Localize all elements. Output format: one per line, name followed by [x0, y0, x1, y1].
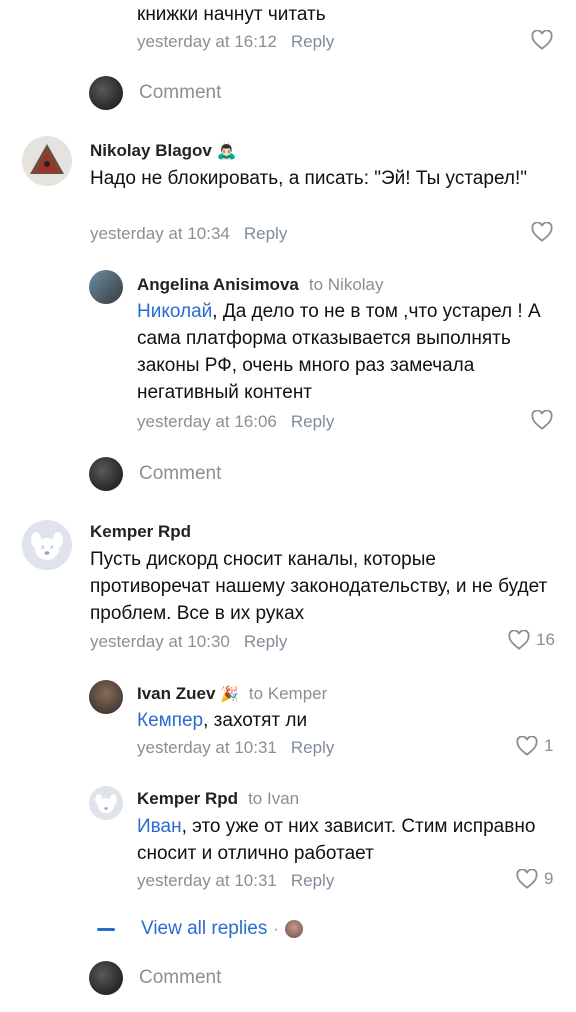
like-count: 1	[544, 736, 554, 755]
author-name[interactable]: Angelina Anisimova	[137, 275, 299, 294]
reply-text: Иван, это уже от них зависит. Стим испра…	[137, 813, 537, 867]
comment-author[interactable]: Kemper Rpd	[90, 522, 191, 542]
pyramid-avatar-icon	[22, 136, 72, 186]
mention-link[interactable]: Николай	[137, 301, 212, 322]
like-button[interactable]	[531, 222, 553, 242]
comment-input-row[interactable]: Comment	[89, 76, 221, 110]
current-user-avatar	[89, 457, 123, 491]
like-button[interactable]	[531, 30, 553, 50]
comment-time: yesterday at 10:31	[137, 738, 277, 757]
comment-time: yesterday at 10:34	[90, 224, 230, 243]
svg-text:x: x	[50, 544, 54, 551]
comment-time: yesterday at 10:31	[137, 871, 277, 890]
comment-text-tail: книжки начнут читать	[137, 4, 326, 25]
heart-icon	[531, 410, 553, 430]
reply-to[interactable]: to Nikolay	[309, 275, 384, 294]
comment-meta: yesterday at 10:31 Reply	[137, 738, 334, 758]
current-user-avatar	[89, 76, 123, 110]
separator: ·	[273, 919, 280, 938]
like-button[interactable]: 9	[516, 869, 553, 889]
avatar	[285, 920, 304, 938]
heart-icon	[516, 736, 538, 756]
reply-button[interactable]: Reply	[291, 871, 334, 890]
reply-text: Николай, Да дело то не в том ,что устаре…	[137, 298, 557, 406]
avatar[interactable]: x x	[22, 520, 72, 570]
comment-placeholder[interactable]: Comment	[139, 82, 221, 104]
reply-button[interactable]: Reply	[291, 412, 334, 431]
comment-meta: yesterday at 10:30 Reply	[90, 632, 287, 652]
like-count: 16	[536, 630, 555, 649]
author-name[interactable]: Kemper Rpd	[137, 789, 238, 808]
reply-body: , захотят ли	[203, 710, 308, 731]
mention-link[interactable]: Иван	[137, 816, 182, 837]
like-count: 9	[544, 869, 554, 888]
dog-avatar-icon	[89, 786, 123, 820]
comment-input-row[interactable]: Comment	[89, 961, 221, 995]
dash-icon	[97, 927, 115, 931]
comment-text: Надо не блокировать, а писать: "Эй! Ты у…	[90, 168, 527, 189]
mention-link[interactable]: Кемпер	[137, 710, 203, 731]
heart-icon	[516, 869, 538, 889]
avatar[interactable]	[89, 270, 123, 304]
comment-author[interactable]: Nikolay Blagov 🙇🏻‍♂️	[90, 141, 237, 161]
reply-button[interactable]: Reply	[244, 224, 287, 243]
comment-input-row[interactable]: Comment	[89, 457, 221, 491]
comment-time: yesterday at 16:06	[137, 412, 277, 431]
author-name[interactable]: Nikolay Blagov	[90, 141, 212, 160]
avatar[interactable]	[22, 136, 72, 186]
comment-placeholder[interactable]: Comment	[139, 463, 221, 485]
reply-button[interactable]: Reply	[244, 632, 287, 651]
reply-author-row: Kemper Rpd to Ivan	[137, 789, 299, 809]
comment-text: Пусть дискорд сносит каналы, которые про…	[90, 549, 548, 624]
reply-to[interactable]: to Ivan	[248, 789, 299, 808]
comment-placeholder[interactable]: Comment	[139, 967, 221, 989]
heart-icon	[531, 30, 553, 50]
like-button[interactable]: 1	[516, 736, 553, 756]
reply-body: , это уже от них зависит. Стим исправно …	[137, 816, 536, 864]
current-user-avatar	[89, 961, 123, 995]
comment-meta: yesterday at 10:31 Reply	[137, 871, 334, 891]
reply-button[interactable]: Reply	[291, 738, 334, 757]
view-all-replies-button[interactable]: View all replies ·	[97, 918, 304, 940]
author-emoji: 🙇🏻‍♂️	[216, 143, 237, 160]
reply-button[interactable]: Reply	[291, 32, 334, 51]
reply-author-row: Angelina Anisimova to Nikolay	[137, 275, 384, 295]
dog-avatar-icon: x x	[22, 520, 72, 570]
author-name[interactable]: Ivan Zuev	[137, 684, 215, 703]
comment-time: yesterday at 10:30	[90, 632, 230, 651]
comment-time: yesterday at 16:12	[137, 32, 277, 51]
comment-meta: yesterday at 16:06 Reply	[137, 412, 334, 432]
view-all-replies-label[interactable]: View all replies	[141, 918, 267, 940]
reply-author-row: Ivan Zuev 🎉 to Kemper	[137, 684, 327, 704]
heart-icon	[508, 630, 530, 650]
like-button[interactable]: 16	[508, 630, 555, 650]
avatar[interactable]	[89, 786, 123, 820]
comment-meta: yesterday at 16:12 Reply	[137, 32, 334, 52]
avatar[interactable]	[89, 680, 123, 714]
author-emoji: 🎉	[220, 686, 239, 703]
comment-meta: yesterday at 10:34 Reply	[90, 224, 287, 244]
reply-text: Кемпер, захотят ли	[137, 707, 557, 734]
like-button[interactable]	[531, 410, 553, 430]
svg-text:x: x	[41, 544, 45, 551]
reply-to[interactable]: to Kemper	[249, 684, 327, 703]
heart-icon	[531, 222, 553, 242]
